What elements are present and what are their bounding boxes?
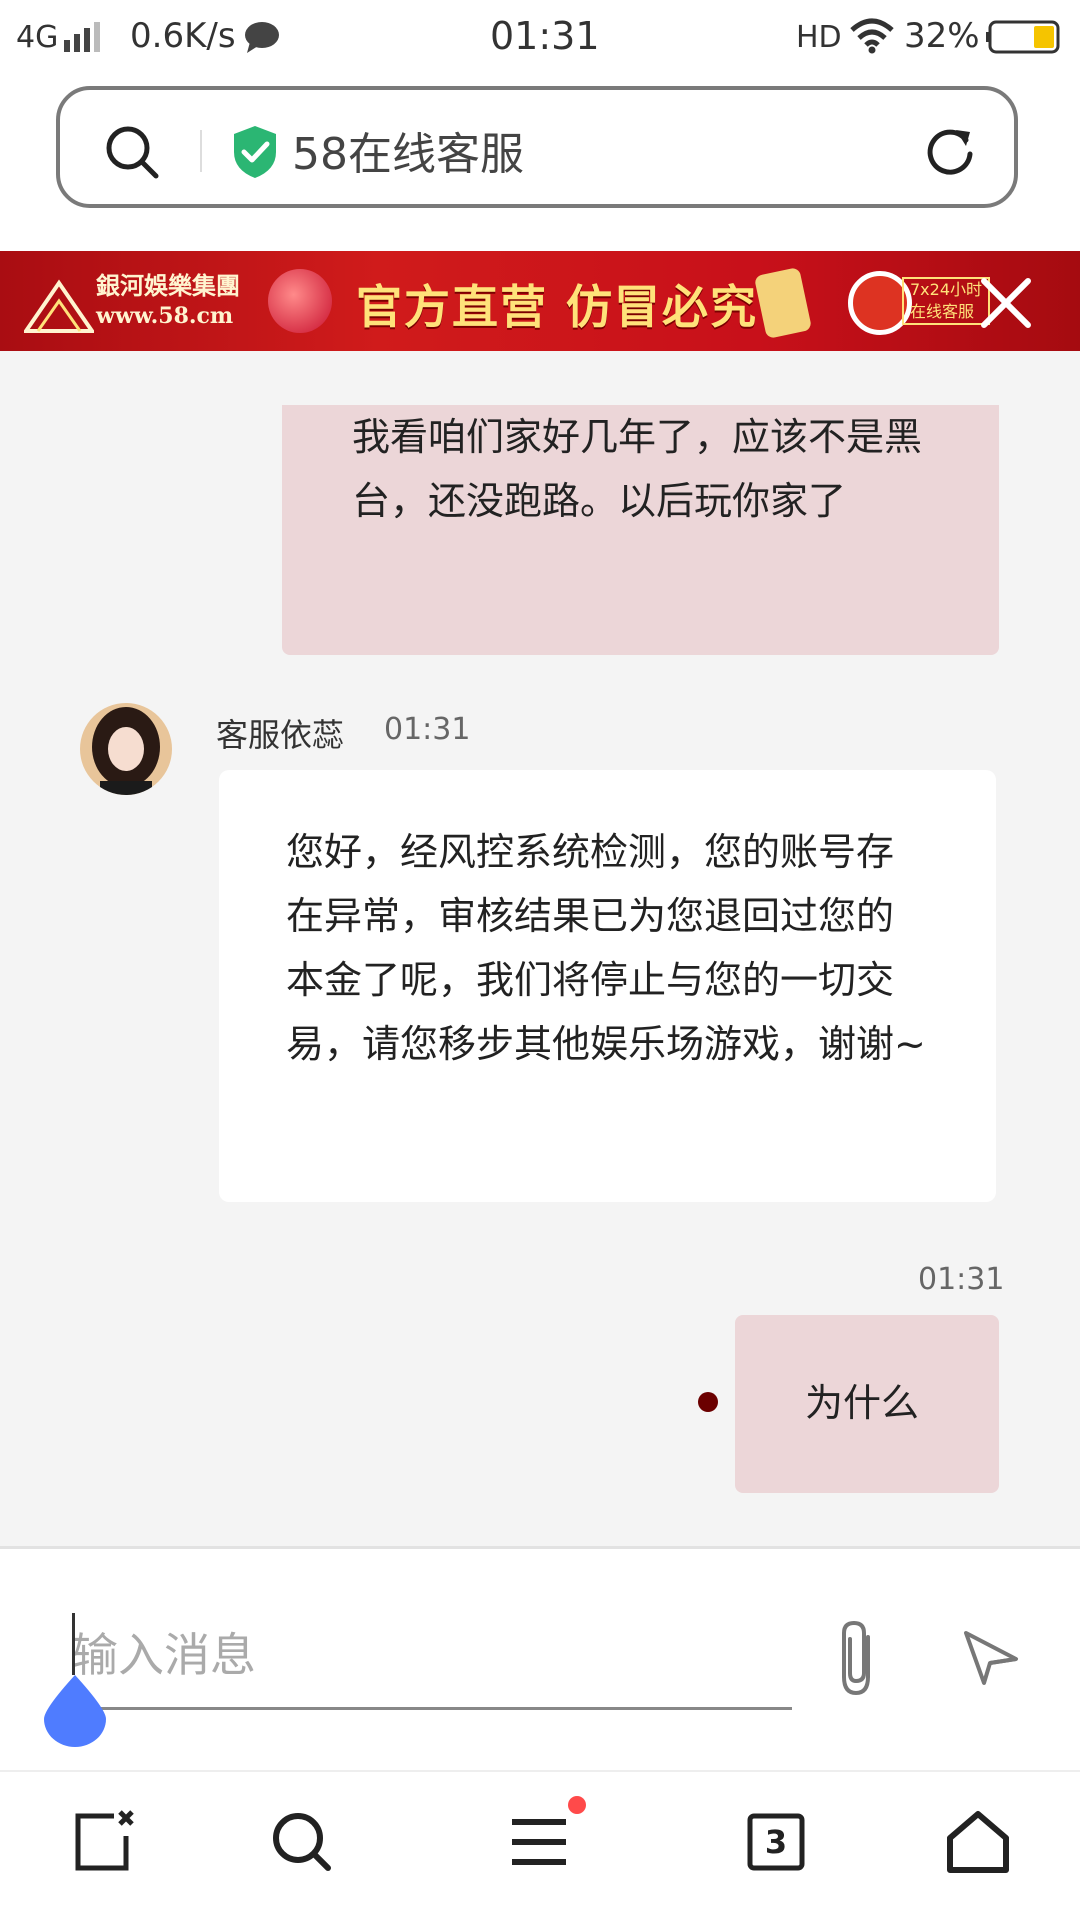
notification-dot [568, 1796, 586, 1814]
user-message-text: 为什么 [805, 1381, 920, 1425]
search-icon[interactable] [104, 124, 160, 180]
menu-button[interactable] [500, 1796, 586, 1882]
unread-dot [698, 1392, 718, 1412]
network-speed: 0.6K/s [130, 16, 236, 56]
status-bar: 4G 0.6K/s 01:31 HD 32% [0, 0, 1080, 76]
wifi-icon [850, 18, 894, 54]
signal-icon [64, 22, 100, 52]
message-composer: 输入消息 [0, 1546, 1080, 1773]
badge-hours: 7x24小时 [910, 280, 983, 299]
text-caret [72, 1613, 75, 1675]
agent-message-text: 您好，经风控系统检测，您的账号存在异常，审核结果已为您退回过您的本金了呢，我们将… [286, 830, 926, 1066]
user-message-text: 我看咱们家好几年了，应该不是黑台，还没跑路。以后玩你家了 [352, 415, 923, 523]
text-selection-handle[interactable] [44, 1675, 106, 1747]
phone-icon [753, 266, 813, 340]
address-bar[interactable]: 58在线客服 [56, 86, 1018, 208]
agent-message-bubble: 您好，经风控系统检测，您的账号存在异常，审核结果已为您退回过您的本金了呢，我们将… [219, 770, 996, 1202]
home-icon[interactable] [938, 1802, 1018, 1882]
chat-bubble-icon [245, 22, 279, 53]
banner-url: www.58.cm [96, 303, 234, 329]
agent-name: 客服依蕊 [216, 716, 345, 754]
attachment-icon[interactable] [830, 1619, 886, 1699]
network-type: 4G [16, 20, 59, 55]
close-icon[interactable] [976, 273, 1036, 333]
input-underline [72, 1707, 792, 1710]
banner-brand-name: 銀河娛樂集團 [96, 271, 240, 300]
agent-message-time: 01:31 [384, 712, 471, 747]
address-divider [200, 130, 202, 172]
badge-service: 在线客服 [910, 302, 975, 321]
user-message-bubble: 为什么 [735, 1315, 999, 1493]
shield-check-icon [234, 126, 276, 178]
clock: 01:31 [490, 14, 600, 58]
avatar[interactable] [80, 703, 172, 795]
refresh-icon[interactable] [922, 124, 978, 180]
page-title: 58在线客服 [292, 129, 524, 180]
banner-slogan: 官方直营 仿冒必究 [356, 280, 759, 334]
ad-banner[interactable]: 銀河娛樂集團 www.58.cm 官方直营 仿冒必究 7x24小时 在线客服 [0, 251, 1080, 351]
user-message-bubble: 我看咱们家好几年了，应该不是黑台，还没跑路。以后玩你家了 [282, 405, 999, 655]
battery-level: 32% [904, 16, 980, 56]
casino-logo-icon [24, 279, 94, 333]
tabs-button[interactable]: 3 [736, 1802, 816, 1882]
new-tab-icon[interactable] [62, 1802, 142, 1882]
send-icon[interactable] [962, 1629, 1020, 1687]
bottom-navigation: 3 [0, 1770, 1080, 1922]
battery-icon [986, 20, 1060, 54]
hd-indicator: HD [796, 20, 842, 55]
search-icon[interactable] [262, 1802, 342, 1882]
browser-toolbar: 58在线客服 [0, 76, 1080, 251]
user-message-time: 01:31 [918, 1262, 1005, 1297]
tab-count: 3 [764, 1823, 788, 1861]
banner-logo: 銀河娛樂集團 www.58.cm [96, 271, 240, 331]
lucky-bag-icon [268, 269, 332, 333]
